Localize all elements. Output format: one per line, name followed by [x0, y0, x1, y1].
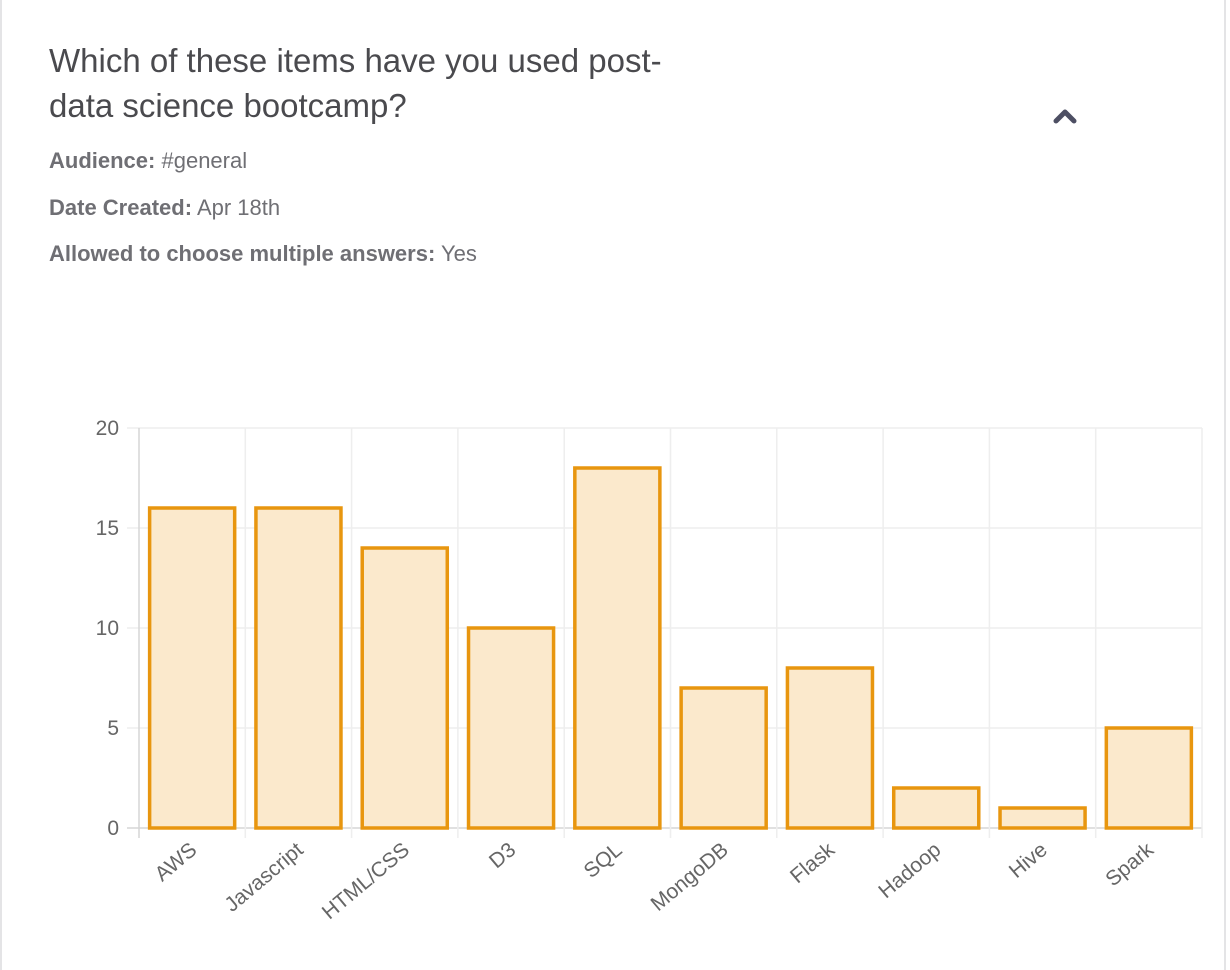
- date-created-label: Date Created:: [49, 195, 193, 220]
- x-tick-label: Hive: [1005, 838, 1052, 883]
- multiple-answers-label: Allowed to choose multiple answers:: [49, 241, 436, 266]
- y-tick-label: 5: [107, 717, 119, 740]
- audience-value: #general: [161, 148, 248, 173]
- x-tick-label: MongoDB: [647, 838, 733, 916]
- date-created-value: Apr 18th: [196, 195, 281, 220]
- meta-date-created: Date Created: Apr 18th: [49, 193, 280, 223]
- bar-html-css[interactable]: [360, 546, 450, 830]
- bar-chart: 0 5 10 15 20 AWS Javascript HTML/CSS D3 SQL Mongo…: [96, 417, 1203, 924]
- y-tick-label: 10: [96, 617, 119, 640]
- poll-card: Which of these items have you used post-…: [0, 0, 1226, 970]
- x-tick-label: HTML/CSS: [318, 838, 414, 924]
- x-tick-label: Hadoop: [874, 838, 945, 903]
- x-tick-label: D3: [485, 838, 520, 873]
- x-tick-label: SQL: [580, 838, 627, 883]
- bar-javascript[interactable]: [254, 506, 343, 830]
- bar-aws[interactable]: [147, 506, 237, 830]
- chevron-up-icon: [1053, 109, 1077, 124]
- bar-d3[interactable]: [466, 626, 556, 830]
- x-tick-label: AWS: [151, 838, 202, 886]
- bar-mongodb[interactable]: [679, 686, 768, 830]
- bar-flask[interactable]: [785, 666, 875, 830]
- y-tick-label: 0: [107, 817, 119, 840]
- meta-audience: Audience: #general: [49, 146, 247, 176]
- bar-spark[interactable]: [1104, 726, 1194, 830]
- y-axis-ticks: 0 5 10 15 20: [96, 417, 119, 840]
- x-tick-label: Spark: [1101, 838, 1158, 891]
- audience-label: Audience:: [49, 148, 156, 173]
- x-tick-label: Javascript: [220, 838, 307, 916]
- meta-multiple-answers: Allowed to choose multiple answers: Yes: [49, 239, 477, 269]
- y-tick-label: 20: [96, 417, 119, 440]
- multiple-answers-value: Yes: [441, 241, 477, 266]
- bar-hive[interactable]: [998, 806, 1087, 830]
- collapse-button[interactable]: [1047, 100, 1083, 130]
- bar-sql[interactable]: [573, 466, 662, 830]
- y-tick-label: 15: [96, 517, 119, 540]
- x-tick-label: Flask: [786, 838, 840, 888]
- bar-hadoop[interactable]: [891, 786, 981, 830]
- x-axis-ticks: AWS Javascript HTML/CSS D3 SQL MongoDB Flask Ha…: [151, 838, 1159, 924]
- poll-question: Which of these items have you used post-…: [49, 42, 662, 124]
